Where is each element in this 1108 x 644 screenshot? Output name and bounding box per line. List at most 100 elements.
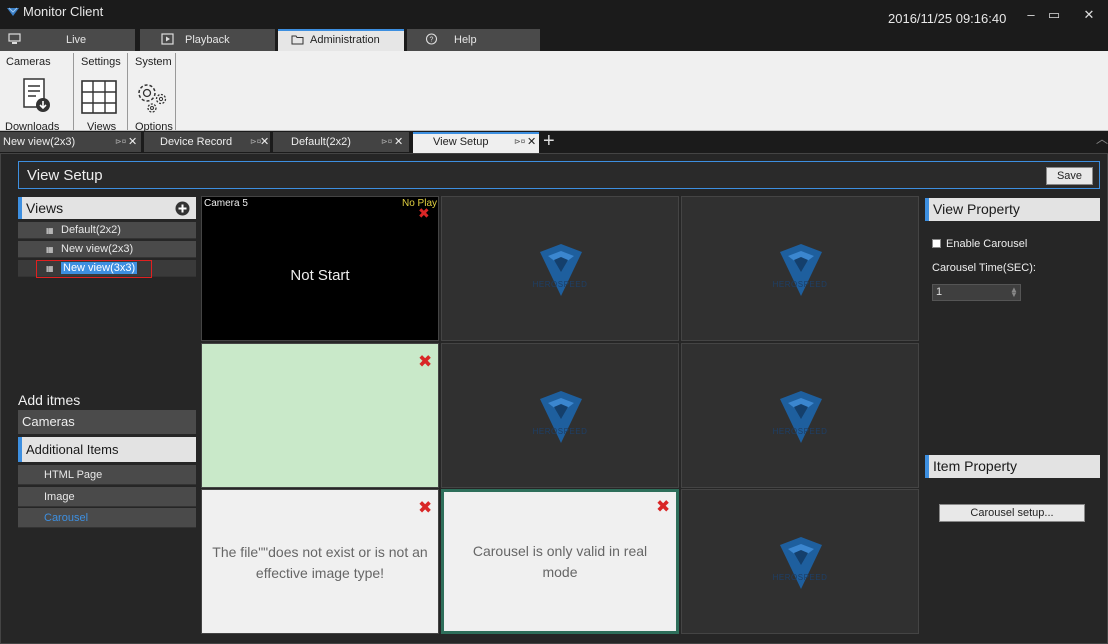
doc-tab-label: Device Record	[160, 136, 233, 148]
image-error-message: The file""does not exist or is not an ef…	[212, 544, 428, 581]
brand-text: HEROSPEED	[772, 573, 828, 582]
tab-administration[interactable]: Administration	[278, 29, 404, 51]
pin-icon[interactable]: ⊳¤	[381, 132, 392, 152]
doc-tab-label: New view(2x3)	[3, 136, 76, 148]
additional-item[interactable]: Image	[18, 487, 196, 507]
view-setup-header	[18, 161, 1100, 189]
close-tab-icon[interactable]: ✕	[260, 132, 269, 152]
grid-cell-carousel-selected[interactable]: ✖ Carousel is only valid in real mode	[441, 489, 679, 634]
brand-text: HEROSPEED	[772, 280, 828, 289]
grid-cell-image[interactable]: ✖ The file""does not exist or is not an …	[201, 489, 439, 634]
grid-icon: ▦	[46, 245, 54, 254]
grid-cell-empty[interactable]: HEROSPEED	[681, 489, 919, 634]
view-name: Default(2x2)	[61, 224, 121, 236]
tab-playback-label: Playback	[185, 34, 230, 46]
item-label: Carousel	[44, 512, 89, 524]
brand-text: HEROSPEED	[532, 427, 588, 436]
additional-item-selected[interactable]: Carousel	[18, 508, 196, 528]
remove-item-icon[interactable]: ✖	[418, 353, 432, 370]
herospeed-logo-icon	[540, 244, 582, 296]
view-property-header: View Property	[925, 198, 1100, 221]
camera-name: Camera 5	[204, 198, 248, 209]
carousel-time-input[interactable]: 1	[932, 284, 1021, 301]
selection-highlight	[36, 260, 152, 278]
grid-cell-html-page[interactable]: ✖	[201, 343, 439, 488]
close-tab-icon[interactable]: ✕	[527, 132, 536, 152]
tab-administration-label: Administration	[310, 34, 380, 46]
minimize-icon[interactable]: –	[1020, 6, 1042, 24]
additional-items-section[interactable]: Additional Items	[18, 437, 196, 462]
remove-item-icon[interactable]: ✖	[656, 498, 670, 515]
enable-carousel-label: Enable Carousel	[946, 238, 1028, 250]
view-list-item[interactable]: ▦ New view(2x3)	[18, 241, 196, 258]
grid-cell-empty[interactable]: HEROSPEED	[681, 343, 919, 488]
carousel-message: Carousel is only valid in real mode	[472, 543, 648, 580]
app-logo-icon	[7, 7, 19, 16]
view-property-title: View Property	[933, 201, 1020, 217]
item-label: HTML Page	[44, 469, 103, 481]
view-list-item[interactable]: ▦ Default(2x2)	[18, 222, 196, 239]
pin-icon[interactable]: ⊳¤	[514, 132, 525, 152]
item-label: Image	[44, 491, 75, 503]
close-icon[interactable]: ✕	[1078, 6, 1100, 24]
item-property-header: Item Property	[925, 455, 1100, 478]
tab-help[interactable]: ? Help	[407, 29, 540, 51]
add-tab-icon[interactable]: +	[543, 131, 555, 151]
additional-items-label: Additional Items	[26, 442, 119, 457]
tab-playback[interactable]: Playback	[140, 29, 275, 51]
item-property-title: Item Property	[933, 458, 1018, 474]
carousel-setup-button[interactable]: Carousel setup...	[939, 504, 1085, 522]
cameras-label: Cameras	[22, 414, 75, 429]
ribbon-divider	[175, 53, 176, 130]
question-icon: ?	[425, 33, 438, 45]
carousel-time-label: Carousel Time(SEC):	[932, 262, 1036, 274]
herospeed-logo-icon	[780, 391, 822, 443]
enable-carousel-checkbox[interactable]	[932, 239, 941, 248]
doc-tab-label: Default(2x2)	[291, 136, 351, 148]
doc-tab-default-2x2[interactable]: Default(2x2) ⊳¤ ✕	[273, 132, 409, 152]
collapse-ribbon-icon[interactable]: ︿	[1096, 130, 1108, 147]
doc-tab-new-view-2x3[interactable]: New view(2x3) ⊳¤ ✕	[0, 132, 141, 152]
monitor-client-window: Monitor Client 2016/11/25 09:16:40 – ▭ ✕…	[0, 0, 1108, 644]
tab-help-label: Help	[454, 34, 477, 46]
grid-cell-empty[interactable]: HEROSPEED	[681, 196, 919, 341]
herospeed-logo-icon	[780, 244, 822, 296]
herospeed-logo-icon	[540, 391, 582, 443]
spinner-arrows-icon[interactable]: ▲ ▼	[1010, 286, 1018, 299]
doc-tab-view-setup[interactable]: View Setup ⊳¤ ✕	[413, 132, 539, 153]
ribbon-group-cameras: Cameras	[6, 56, 51, 68]
folder-icon	[291, 35, 304, 45]
page-title: View Setup	[27, 167, 103, 184]
monitor-icon	[8, 33, 21, 44]
downloads-icon	[23, 78, 50, 112]
grid-view-icon	[81, 80, 117, 114]
remove-item-icon[interactable]: ✖	[418, 205, 430, 222]
close-tab-icon[interactable]: ✕	[128, 132, 137, 152]
view-name: New view(2x3)	[61, 243, 134, 255]
additional-item[interactable]: HTML Page	[18, 465, 196, 485]
ribbon-group-system: System	[135, 56, 172, 68]
svg-text:?: ?	[430, 37, 434, 44]
ribbon-divider	[73, 53, 74, 130]
add-view-icon[interactable]	[175, 201, 190, 216]
add-items-title: Add itmes	[18, 392, 81, 408]
gears-icon	[138, 84, 167, 113]
cameras-section[interactable]: Cameras	[18, 410, 196, 434]
tab-live[interactable]: Live	[0, 29, 135, 51]
tab-live-label: Live	[66, 34, 87, 46]
doc-tab-device-record[interactable]: Device Record ⊳¤ ✕	[144, 132, 270, 152]
brand-text: HEROSPEED	[772, 427, 828, 436]
grid-cell-camera[interactable]: Camera 5 No Play ✖ Not Start	[201, 196, 439, 341]
views-title: Views	[26, 200, 64, 216]
grid-cell-empty[interactable]: HEROSPEED	[441, 196, 679, 341]
remove-item-icon[interactable]: ✖	[418, 499, 432, 516]
close-tab-icon[interactable]: ✕	[394, 132, 403, 152]
app-title: Monitor Client	[23, 4, 104, 19]
save-button[interactable]: Save	[1046, 167, 1093, 185]
maximize-icon[interactable]: ▭	[1043, 6, 1065, 24]
ribbon-divider	[127, 53, 128, 130]
pin-icon[interactable]: ⊳¤	[115, 132, 126, 152]
datetime-display: 2016/11/25 09:16:40	[888, 11, 1007, 26]
grid-cell-empty[interactable]: HEROSPEED	[441, 343, 679, 488]
views-section-header: Views	[18, 197, 196, 219]
